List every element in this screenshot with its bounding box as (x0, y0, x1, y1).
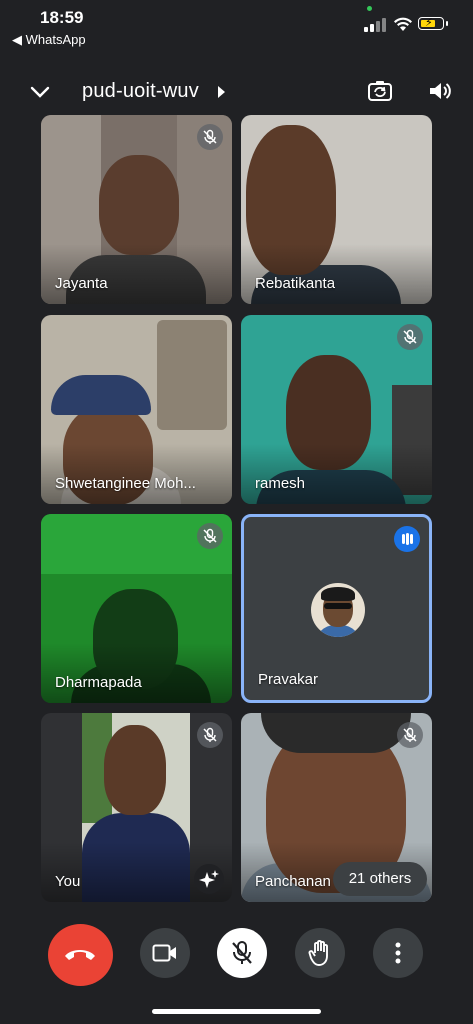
raise-hand-icon (308, 940, 328, 966)
others-badge[interactable]: 21 others (333, 862, 427, 896)
participant-tile[interactable]: Dharmapada (41, 514, 232, 703)
muted-mic-icon (197, 722, 223, 748)
participant-tile[interactable]: Rebatikanta (241, 115, 432, 304)
more-options-button[interactable] (373, 928, 423, 978)
participant-name: Rebatikanta (255, 275, 336, 292)
participant-name: Panchanan (255, 873, 331, 890)
muted-mic-icon (397, 324, 423, 350)
participant-name: Dharmapada (55, 674, 142, 691)
signal-icon (364, 18, 386, 32)
effects-sparkle-icon[interactable] (194, 864, 224, 894)
participant-tile[interactable]: ramesh (241, 315, 432, 504)
end-call-button[interactable] (48, 924, 113, 986)
chevron-down-icon[interactable] (28, 80, 52, 104)
muted-mic-icon (197, 124, 223, 150)
participant-tile[interactable]: Shwetanginee Moh... (41, 315, 232, 504)
avatar (311, 583, 365, 637)
expand-details-icon[interactable] (218, 86, 225, 98)
self-view-tile[interactable]: You (41, 713, 232, 902)
participant-name: Jayanta (55, 275, 108, 292)
muted-mic-icon (197, 523, 223, 549)
back-to-app-link[interactable]: ◀ WhatsApp (12, 32, 86, 48)
participant-tile-active[interactable]: Pravakar (241, 514, 432, 703)
participant-name: You (55, 873, 81, 890)
raise-hand-button[interactable] (295, 928, 345, 978)
mic-off-icon (232, 941, 252, 964)
camera-button[interactable] (140, 928, 190, 978)
status-bar: 18:59 ◀ WhatsApp ⚡ (0, 0, 473, 52)
participant-name: ramesh (255, 475, 306, 492)
switch-camera-icon[interactable] (367, 79, 393, 103)
muted-mic-icon (397, 722, 423, 748)
privacy-indicator-icon (367, 6, 372, 11)
speaker-icon[interactable] (427, 79, 453, 103)
home-indicator[interactable] (152, 1009, 321, 1014)
participant-tile[interactable]: Jayanta (41, 115, 232, 304)
battery-icon: ⚡ (418, 17, 448, 30)
wifi-icon (394, 17, 412, 31)
speaking-indicator-icon (394, 526, 420, 552)
video-camera-icon (152, 944, 176, 962)
status-time: 18:59 (40, 8, 84, 27)
more-vert-icon (395, 942, 401, 964)
microphone-button[interactable] (217, 928, 267, 978)
meeting-header: pud-uoit-wuv (0, 70, 473, 114)
hang-up-icon (65, 950, 95, 960)
participant-name: Pravakar (258, 671, 319, 688)
participant-name: Shwetanginee Moh... (55, 475, 196, 492)
meeting-code[interactable]: pud-uoit-wuv (82, 80, 199, 103)
